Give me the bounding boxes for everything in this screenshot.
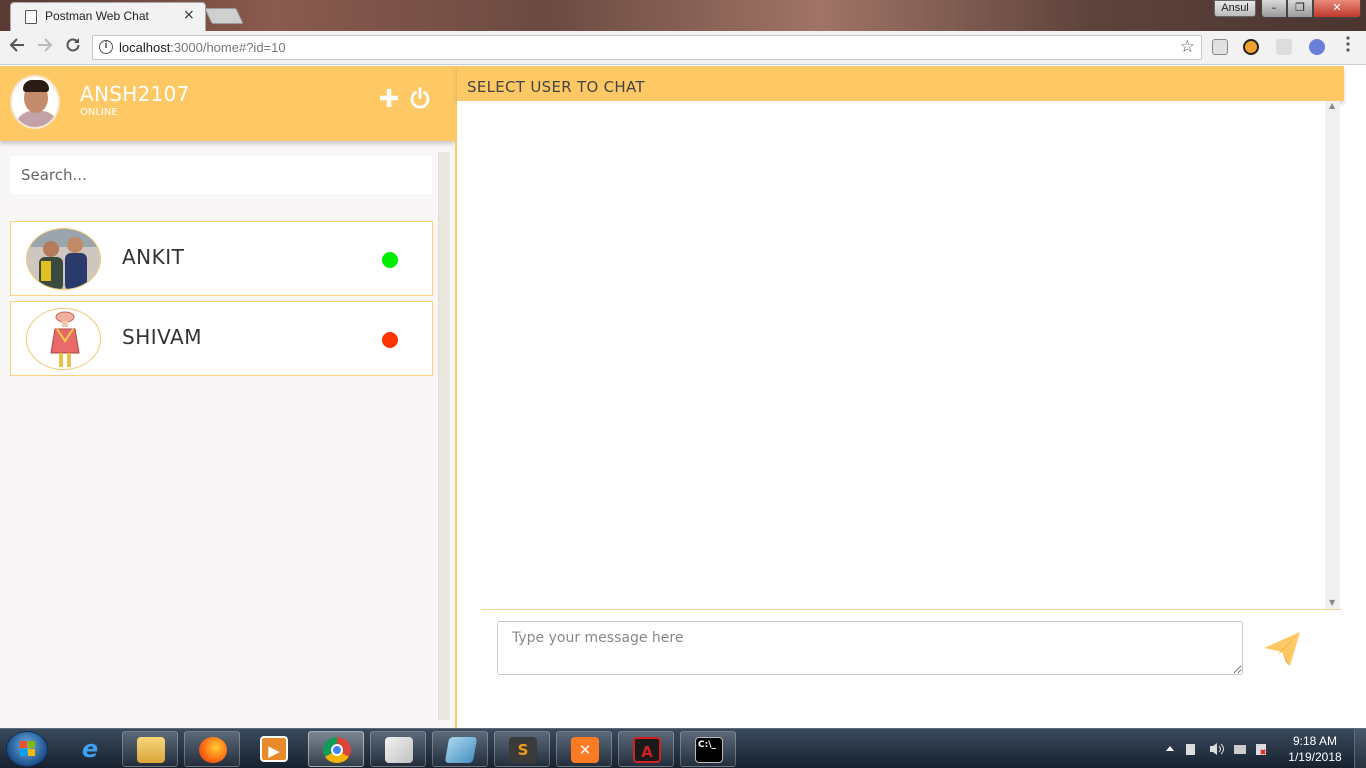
xampp-icon: ✕: [571, 737, 599, 763]
system-clock[interactable]: 9:18 AM 1/19/2018: [1282, 733, 1348, 765]
scroll-down-arrow-icon[interactable]: ▼: [1329, 598, 1335, 607]
maximize-button[interactable]: ❐: [1287, 0, 1313, 18]
menu-dots-icon[interactable]: [1338, 36, 1358, 58]
forward-arrow-icon[interactable]: [34, 36, 56, 58]
extension-icon[interactable]: [1276, 39, 1292, 55]
system-tray: [1160, 741, 1280, 757]
chat-title: SELECT USER TO CHAT: [467, 78, 645, 96]
current-user-status: ONLINE: [80, 107, 118, 118]
chrome-icon: [323, 737, 351, 763]
chat-header: SELECT USER TO CHAT: [457, 66, 1344, 101]
command-prompt-icon: C:\_: [695, 737, 723, 763]
taskbar-firefox[interactable]: [184, 731, 240, 767]
user-list-item[interactable]: SHIVAM: [10, 301, 433, 376]
search-box: [10, 156, 432, 194]
scroll-up-arrow-icon[interactable]: ▲: [1329, 101, 1335, 110]
user-sidebar: ANSH2107 ONLINE ANKIT: [0, 66, 455, 728]
online-status-dot: [382, 252, 398, 268]
minimize-button[interactable]: –: [1261, 0, 1287, 18]
extension-block-icon[interactable]: [1243, 39, 1259, 55]
acrobat-icon: A: [633, 737, 661, 763]
notes-icon: [444, 737, 478, 763]
taskbar-chrome[interactable]: [308, 731, 364, 767]
user-name: ANKIT: [122, 245, 185, 269]
taskbar-sublime[interactable]: S: [494, 731, 550, 767]
paint-icon: [385, 737, 413, 763]
offline-status-dot: [382, 332, 398, 348]
add-icon[interactable]: [378, 87, 400, 113]
profile-button[interactable]: Ansul: [1214, 0, 1256, 17]
composer-divider: [481, 609, 1341, 610]
address-bar[interactable]: i localhost:3000/home#?id=10 ☆: [92, 35, 1202, 60]
clock-time: 9:18 AM: [1292, 734, 1338, 748]
clock-date: 1/19/2018: [1288, 750, 1342, 764]
windows-logo-icon: [20, 741, 36, 757]
taskbar-xampp[interactable]: ✕: [556, 731, 612, 767]
url-text: localhost:3000/home#?id=10: [119, 40, 286, 55]
new-tab-button[interactable]: [204, 8, 244, 24]
windows-taskbar: e ▶ S ✕ A C:\_ 9:18 AM 1/19/2018: [0, 728, 1366, 768]
user-name: SHIVAM: [122, 325, 202, 349]
tab-title: Postman Web Chat: [45, 9, 149, 23]
start-button[interactable]: [6, 731, 48, 767]
back-arrow-icon[interactable]: [6, 36, 28, 58]
taskbar-notes[interactable]: [432, 731, 488, 767]
folder-icon: [137, 737, 165, 763]
extension-w-icon[interactable]: [1309, 39, 1325, 55]
user-avatar: [26, 228, 101, 290]
browser-toolbar: i localhost:3000/home#?id=10 ☆: [0, 31, 1366, 65]
taskbar-ie[interactable]: e: [62, 731, 118, 767]
site-info-icon[interactable]: i: [99, 40, 113, 54]
sidebar-scrollbar[interactable]: [438, 152, 450, 720]
tab-close-icon[interactable]: ×: [183, 7, 195, 23]
message-input[interactable]: [497, 621, 1243, 675]
chat-scrollbar[interactable]: ▲ ▼: [1325, 101, 1340, 609]
profile-header: ANSH2107 ONLINE: [0, 66, 455, 141]
browser-title-bar: Postman Web Chat × Ansul – ❐ ✕: [0, 0, 1366, 31]
page-icon: [25, 10, 37, 24]
current-user-avatar[interactable]: [10, 75, 60, 129]
show-desktop-button[interactable]: [1354, 729, 1366, 768]
user-list-item[interactable]: ANKIT: [10, 221, 433, 296]
search-input[interactable]: [10, 156, 432, 194]
close-window-button[interactable]: ✕: [1313, 0, 1361, 18]
message-area: [457, 101, 1325, 609]
taskbar-cmd[interactable]: C:\_: [680, 731, 736, 767]
extension-pocket-icon[interactable]: [1212, 39, 1228, 55]
sublime-text-icon: S: [509, 737, 537, 763]
taskbar-media[interactable]: ▶: [246, 731, 302, 767]
taskbar-acrobat[interactable]: A: [618, 731, 674, 767]
internet-explorer-icon: e: [81, 735, 99, 763]
media-player-icon: ▶: [260, 736, 288, 762]
firefox-icon: [199, 737, 227, 763]
current-username: ANSH2107: [80, 82, 190, 106]
reload-icon[interactable]: [62, 36, 84, 58]
taskbar-explorer[interactable]: [122, 731, 178, 767]
power-icon[interactable]: [409, 87, 431, 113]
user-avatar: [26, 308, 101, 370]
send-icon[interactable]: [1262, 628, 1302, 668]
bookmark-star-icon[interactable]: ☆: [1180, 37, 1195, 57]
taskbar-paint[interactable]: [370, 731, 426, 767]
browser-tab[interactable]: Postman Web Chat ×: [10, 2, 206, 31]
